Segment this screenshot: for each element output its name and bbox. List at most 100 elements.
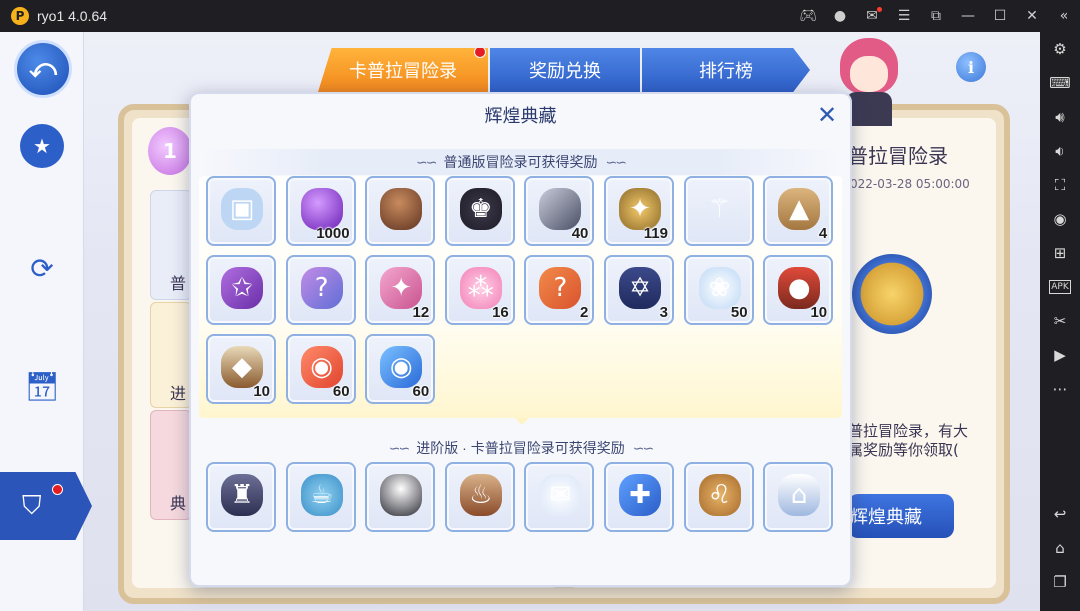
tab-adventure-log[interactable]: 卡普拉冒险录 <box>318 48 488 92</box>
minimize-icon[interactable]: — <box>952 0 984 32</box>
star-chest-reward-slot[interactable]: ✡ 3 <box>603 255 674 325</box>
screenshot-icon[interactable]: ⛶ <box>1040 168 1080 202</box>
angel-coin-icon: ✦ <box>618 188 661 230</box>
modal-header: 辉煌典藏 ✕ <box>191 94 850 136</box>
normal-rewards-grid: ▣ 1000 ♚ 40 ✦ 119 ⚚ ▲ 4 ✩? ✦ 12 ⁂ 16? 2 ✡ 3 ❀ 50 ● 10 ◆ 10 ◉ 60 ◉… <box>206 176 834 404</box>
bird-house-icon: ⌂ <box>778 474 821 516</box>
advanced-rewards-heading: ∽∽ 进阶版 · 卡普拉冒险录可获得奖励 ∽∽ <box>199 435 842 461</box>
teapot-reward-slot[interactable]: ☕ <box>285 462 356 532</box>
back-button[interactable]: ⤺ <box>14 40 72 98</box>
close-icon[interactable]: ✕ <box>1016 0 1048 32</box>
puzzle-piece-reward-slot[interactable]: ? 2 <box>524 255 595 325</box>
blue-ticket-reward-slot[interactable]: ◉ 60 <box>365 334 436 404</box>
video-icon[interactable]: ▶ <box>1040 338 1080 372</box>
modal-title: 辉煌典藏 <box>484 106 557 126</box>
tab-reward-exchange[interactable]: 奖励兑换 <box>490 48 640 92</box>
star-chest-icon: ✡ <box>618 267 661 309</box>
angel-coin-reward-slot[interactable]: ✦ 119 <box>603 176 674 246</box>
pink-crystal-reward-slot[interactable]: ✦ 12 <box>365 255 436 325</box>
character-swap-icon: ⟳ <box>30 251 54 285</box>
red-ticket-reward-slot[interactable]: ◉ 60 <box>285 334 356 404</box>
info-button[interactable]: i <box>956 52 986 82</box>
multi-instance-icon[interactable]: ⊞ <box>1040 236 1080 270</box>
mystery-gem-icon: ? <box>300 267 343 309</box>
bird-house-reward-slot[interactable]: ⌂ <box>763 462 834 532</box>
fireplace-reward-slot[interactable]: ♨ <box>444 462 515 532</box>
home-icon[interactable]: ⌂ <box>1040 531 1080 565</box>
favorites-button[interactable]: ★ <box>20 124 64 168</box>
keyboard-icon[interactable]: ⌨ <box>1040 66 1080 100</box>
purple-coin-reward-slot[interactable]: 1000 <box>285 176 356 246</box>
wizard-costume-reward-slot[interactable]: ♜ <box>206 462 276 532</box>
fireplace-icon: ♨ <box>459 474 502 516</box>
ticket-card-reward-slot[interactable]: ▣ <box>206 176 276 246</box>
reward-quantity: 1000 <box>316 225 350 242</box>
maximize-icon[interactable]: ☐ <box>984 0 1016 32</box>
egg-hat-reward-slot[interactable] <box>365 462 436 532</box>
star-icon: ★ <box>33 134 51 158</box>
reward-quantity: 60 <box>412 383 430 400</box>
back-arrow-icon[interactable]: ↩ <box>1040 497 1080 531</box>
puzzle-piece-icon: ? <box>539 267 582 309</box>
reward-quantity: 4 <box>818 225 828 242</box>
lion-costume-reward-slot[interactable]: ♌ <box>683 462 754 532</box>
reward-quantity: 60 <box>332 383 350 400</box>
tab-label: 排行榜 <box>699 61 753 81</box>
reward-quantity: 119 <box>643 225 668 242</box>
mystery-gem-reward-slot[interactable]: ? <box>285 255 356 325</box>
advanced-rewards-grid: ♜ ☕ ♨ ✉ ✚ ♌ ⌂ <box>206 462 834 532</box>
volume-down-icon[interactable]: 🔉︎ <box>1040 134 1080 168</box>
collection-track-label: 典 <box>170 494 187 513</box>
adventure-log-button[interactable]: ⛉ <box>0 472 92 540</box>
menu-icon[interactable]: ☰ <box>888 0 920 32</box>
account-icon[interactable]: ● <box>824 0 856 32</box>
pink-dust-reward-slot[interactable]: ⁂ 16 <box>444 255 515 325</box>
staff-reward-slot[interactable]: ⚚ <box>683 176 754 246</box>
mail-icon[interactable]: ✉ <box>856 0 888 32</box>
tab-leaderboard[interactable]: 排行榜 <box>642 48 810 92</box>
adventure-log-badge <box>52 484 63 495</box>
gamepad-icon[interactable]: 🎮︎ <box>792 0 824 32</box>
lotus-reward-slot[interactable]: ❀ 50 <box>683 255 754 325</box>
book-title: 普拉冒险录 <box>848 146 948 168</box>
staff-icon: ⚚ <box>707 194 732 224</box>
ore-reward-slot[interactable]: 40 <box>524 176 595 246</box>
android-nav: ↩ ⌂ ❐ <box>1040 497 1080 599</box>
ore-icon <box>539 188 582 230</box>
volume-up-icon[interactable]: 🔊︎ <box>1040 100 1080 134</box>
reward-quantity: 2 <box>580 304 589 321</box>
character-face <box>850 56 888 92</box>
egg-reward-slot[interactable] <box>365 176 436 246</box>
apk-icon[interactable]: APK <box>1040 270 1080 304</box>
bento-icon: ● <box>778 267 821 309</box>
popout-icon[interactable]: ⧉ <box>920 0 952 32</box>
modal-close-button[interactable]: ✕ <box>814 101 840 129</box>
scissors-icon[interactable]: ✂ <box>1040 304 1080 338</box>
lion-costume-icon: ♌ <box>698 474 741 516</box>
settings-icon[interactable]: ⚙ <box>1040 32 1080 66</box>
blue-gift-reward-slot[interactable]: ✚ <box>603 462 674 532</box>
reward-quantity: 10 <box>253 383 270 400</box>
cat-hat-reward-slot[interactable]: ♚ <box>444 176 515 246</box>
wings-letter-reward-slot[interactable]: ✉ <box>524 462 595 532</box>
pink-dust-icon: ⁂ <box>459 267 502 309</box>
advanced-track-label: 进 <box>170 384 187 403</box>
star-gem-reward-slot[interactable]: ✩ <box>206 255 276 325</box>
calendar-icon: 📅︎ <box>24 369 60 403</box>
character-button[interactable]: ⟳ <box>20 246 64 290</box>
collapse-icon[interactable]: « <box>1048 0 1080 32</box>
food-box-icon: ◆ <box>221 346 263 388</box>
recents-icon[interactable]: ❐ <box>1040 565 1080 599</box>
normal-track-label: 普 <box>170 274 187 293</box>
reward-quantity: 12 <box>412 304 430 321</box>
more-icon[interactable]: ⋯ <box>1040 372 1080 406</box>
record-icon[interactable]: ◉ <box>1040 202 1080 236</box>
close-x-icon: ✕ <box>816 101 838 129</box>
food-box-reward-slot[interactable]: ◆ 10 <box>206 334 276 404</box>
reward-quantity: 50 <box>730 304 748 321</box>
collection-button[interactable]: 辉煌典藏 <box>848 494 954 538</box>
ticket-card-icon: ▣ <box>221 188 263 230</box>
bento-reward-slot[interactable]: ● 10 <box>763 255 834 325</box>
calendar-button[interactable]: 📅︎ <box>20 364 64 408</box>
treasure-box-reward-slot[interactable]: ▲ 4 <box>763 176 834 246</box>
